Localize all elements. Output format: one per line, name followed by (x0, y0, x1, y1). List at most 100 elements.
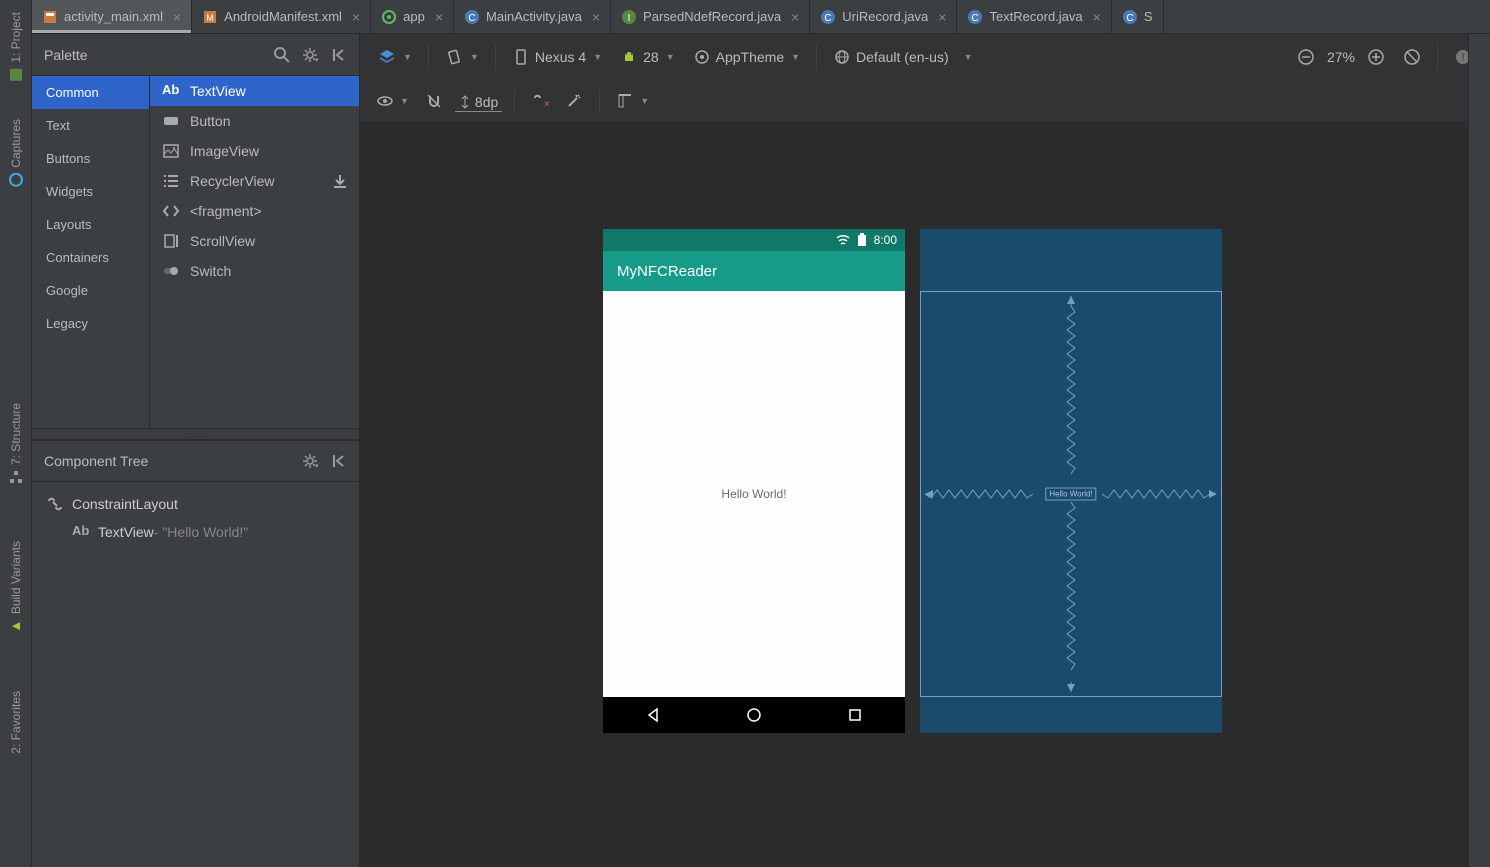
component-tree-header: Component Tree ▾ (32, 440, 359, 482)
gutter-captures[interactable]: Captures (8, 111, 24, 196)
tab-parsed-ndef[interactable]: I ParsedNdefRecord.java × (611, 0, 810, 33)
device-selector[interactable]: Nexus 4 ▼ (506, 44, 608, 70)
gutter-build-variants[interactable]: Build Variants (8, 533, 24, 642)
close-icon[interactable]: × (1093, 9, 1101, 25)
tree-node-constraintlayout[interactable]: ConstraintLayout (32, 490, 359, 518)
constraint-spring-left (925, 489, 1040, 499)
tree-node-textview[interactable]: Ab TextView- "Hello World!" (32, 518, 359, 546)
fragment-icon (162, 202, 180, 220)
switch-icon (162, 262, 180, 280)
close-icon[interactable]: × (173, 9, 181, 25)
svg-text:C: C (825, 13, 832, 24)
tab-label: TextRecord.java (989, 9, 1082, 24)
locale-selector[interactable]: Default (en-us) ▼ (827, 44, 979, 70)
left-gutter: 1: Project Captures 7: Structure Build V… (0, 0, 32, 867)
gutter-project[interactable]: 1: Project (8, 4, 24, 91)
nav-back-icon[interactable] (644, 706, 662, 724)
search-icon[interactable] (273, 46, 291, 64)
gear-icon[interactable]: ▾ (301, 46, 319, 64)
palette-cat-widgets[interactable]: Widgets (32, 175, 149, 208)
nav-recent-icon[interactable] (846, 706, 864, 724)
tab-uri-record[interactable]: C UriRecord.java × (810, 0, 957, 33)
guidelines[interactable]: ▼ (612, 88, 653, 114)
view-options[interactable]: ▼ (372, 88, 413, 114)
widget-label: ScrollView (190, 233, 255, 249)
gutter-structure[interactable]: 7: Structure (8, 395, 24, 493)
zoom-fit-button[interactable] (1397, 44, 1427, 70)
palette-panel: Palette ▾ Common Text Buttons Widgets La… (32, 34, 360, 867)
widget-label: Switch (190, 263, 231, 279)
tab-main-activity[interactable]: C MainActivity.java × (454, 0, 611, 33)
widget-fragment[interactable]: <fragment> (150, 196, 359, 226)
palette-cat-google[interactable]: Google (32, 274, 149, 307)
close-icon[interactable]: × (435, 9, 443, 25)
editor-area: ▼ ▼ Nexus 4 ▼ 28 ▼ AppTheme ▼ (360, 34, 1490, 867)
theme-selector[interactable]: AppTheme ▼ (687, 44, 806, 70)
svg-text:!: ! (1461, 52, 1464, 64)
svg-text:I: I (628, 13, 631, 24)
zoom-in-icon (1367, 48, 1385, 66)
guideline-icon (616, 92, 634, 110)
chevron-down-icon: ▼ (964, 52, 973, 62)
download-icon[interactable] (331, 172, 349, 190)
device-label: Nexus 4 (535, 49, 586, 65)
palette-cat-buttons[interactable]: Buttons (32, 142, 149, 175)
gutter-favorites[interactable]: 2: Favorites (9, 683, 23, 762)
nav-home-icon[interactable] (745, 706, 763, 724)
widget-scrollview[interactable]: ScrollView (150, 226, 359, 256)
widget-button[interactable]: Button (150, 106, 359, 136)
blueprint-layout[interactable]: Hello World! (920, 291, 1222, 697)
constraint-spring-top (1066, 296, 1076, 486)
infer-constraints[interactable] (561, 88, 587, 114)
default-margin[interactable]: 8dp (455, 90, 502, 112)
svg-text:C: C (1126, 13, 1133, 24)
palette-cat-text[interactable]: Text (32, 109, 149, 142)
tab-app[interactable]: app × (371, 0, 454, 33)
api-selector[interactable]: 28 ▼ (614, 44, 681, 70)
collapse-icon[interactable] (329, 46, 347, 64)
zoom-out-button[interactable] (1291, 44, 1321, 70)
palette-cat-legacy[interactable]: Legacy (32, 307, 149, 340)
constraint-icon (46, 495, 64, 513)
widget-textview[interactable]: Ab TextView (150, 76, 359, 106)
collapse-icon[interactable] (329, 452, 347, 470)
tab-manifest[interactable]: M AndroidManifest.xml × (192, 0, 371, 33)
orientation-selector[interactable]: ▼ (439, 44, 485, 70)
zoom-in-button[interactable] (1361, 44, 1391, 70)
clear-constraints[interactable]: × (527, 88, 553, 114)
android-icon (620, 48, 638, 66)
widget-imageview[interactable]: ImageView (150, 136, 359, 166)
palette-header: Palette ▾ (32, 34, 359, 76)
status-bar: 8:00 (603, 229, 905, 251)
design-canvas[interactable]: 8:00 MyNFCReader Hello World! (360, 122, 1490, 867)
autoconnect-toggle[interactable] (421, 88, 447, 114)
tab-label: AndroidManifest.xml (224, 9, 342, 24)
app-content[interactable]: Hello World! (603, 291, 905, 697)
chevron-down-icon: ▼ (593, 52, 602, 62)
widget-label: RecyclerView (190, 173, 275, 189)
widget-recyclerview[interactable]: RecyclerView (150, 166, 359, 196)
palette-cat-common[interactable]: Common (32, 76, 149, 109)
gear-icon[interactable]: ▾ (301, 452, 319, 470)
palette-cat-containers[interactable]: Containers (32, 241, 149, 274)
widget-switch[interactable]: Switch (150, 256, 359, 286)
margin-value: 8dp (475, 94, 498, 110)
panel-divider[interactable]: :::: (32, 428, 359, 440)
svg-text:▾: ▾ (315, 463, 319, 470)
class-file-icon: C (1122, 9, 1138, 25)
tab-cut[interactable]: C S (1112, 0, 1164, 33)
margin-icon (459, 94, 471, 110)
layout-file-icon (42, 9, 58, 25)
palette-cat-layouts[interactable]: Layouts (32, 208, 149, 241)
tab-activity-main[interactable]: activity_main.xml × (32, 0, 192, 33)
design-surface-selector[interactable]: ▼ (372, 44, 418, 70)
stack-icon (378, 48, 396, 66)
close-icon[interactable]: × (938, 9, 946, 25)
content-textview[interactable]: Hello World! (721, 487, 786, 501)
close-icon[interactable]: × (592, 9, 600, 25)
close-icon[interactable]: × (352, 9, 360, 25)
tab-label: activity_main.xml (64, 9, 163, 24)
close-icon[interactable]: × (791, 9, 799, 25)
blueprint-textview[interactable]: Hello World! (1045, 488, 1096, 501)
tab-text-record[interactable]: C TextRecord.java × (957, 0, 1111, 33)
